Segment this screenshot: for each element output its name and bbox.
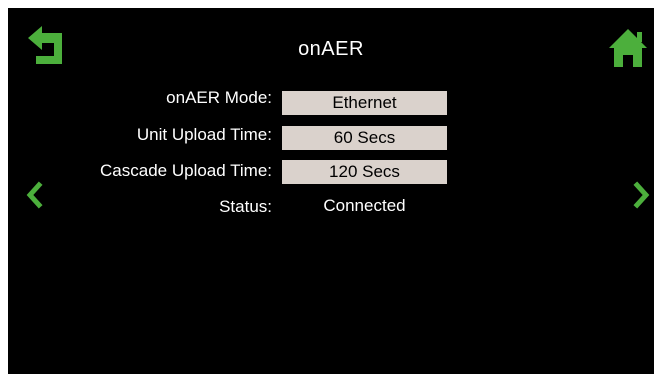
chevron-right-icon: [633, 181, 650, 209]
onaer-mode-field[interactable]: Ethernet: [282, 91, 447, 115]
home-icon: [609, 29, 647, 67]
unit-upload-time-field[interactable]: 60 Secs: [282, 126, 447, 150]
cascade-upload-time-label: Cascade Upload Time:: [100, 161, 272, 180]
next-page-button[interactable]: [632, 180, 652, 210]
page-title: onAER: [298, 38, 364, 60]
status-label: Status:: [219, 197, 272, 216]
unit-upload-time-label: Unit Upload Time:: [136, 125, 272, 144]
previous-page-button[interactable]: [24, 180, 44, 210]
chevron-left-icon: [26, 181, 43, 209]
home-button[interactable]: [608, 28, 648, 68]
cascade-upload-time-field[interactable]: 120 Secs: [282, 160, 447, 184]
onaer-mode-label: onAER Mode:: [166, 88, 272, 107]
status-value: Connected: [323, 196, 406, 215]
display-screen: onAER onAER Mode: Ethernet Unit Upload T…: [8, 8, 654, 374]
